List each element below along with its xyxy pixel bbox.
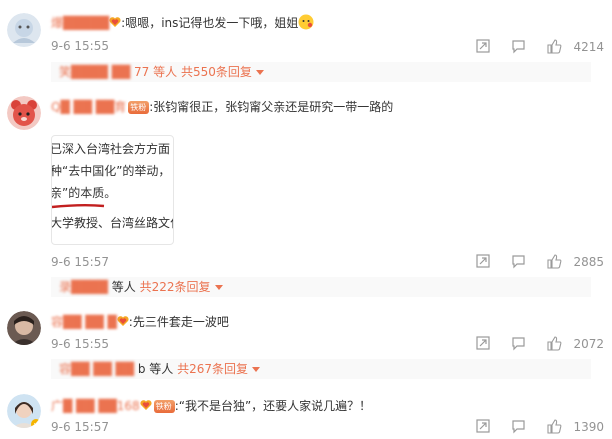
svg-text:v: v [34, 421, 38, 428]
replies-summary[interactable]: 笑████ ██ 77 等人 共550条回复 [51, 62, 591, 82]
fan-badge: 铁粉 [128, 101, 150, 114]
comment-line: 容██ ██ █ :先三件套走一波吧 [51, 314, 229, 330]
comment-line: 广█ ██ ██168 铁粉:“我不是台独”，还要人家说几遍？！ [51, 398, 371, 414]
avatar[interactable] [7, 311, 41, 345]
comment-icon[interactable] [511, 39, 526, 55]
replies-summary[interactable]: 容██ ██ ██ b 等人 共267条回复 [51, 359, 591, 379]
share-icon[interactable] [476, 419, 490, 435]
like-icon[interactable] [547, 336, 562, 352]
comment-actions: 1390 [472, 419, 612, 435]
comment-date: 9-6 15:55 [51, 39, 109, 53]
reply-suffix: 等人 [111, 280, 136, 294]
reply-total[interactable]: 共267条回复 [177, 362, 248, 376]
share-icon[interactable] [476, 39, 490, 55]
comment-actions: 2885 [472, 254, 612, 270]
like-count: 1390 [573, 420, 604, 434]
emoji-icon [298, 14, 314, 30]
comment-date: 9-6 15:57 [51, 255, 109, 269]
like-icon[interactable] [547, 419, 562, 435]
verified-badge-icon: v [31, 418, 41, 428]
reply-suffix: b 等人 [137, 362, 174, 376]
comment-icon[interactable] [511, 254, 526, 270]
comment-text: :先三件套走一波吧 [128, 315, 229, 329]
avatar[interactable]: v [7, 394, 41, 428]
like-icon[interactable] [547, 254, 562, 270]
reply-total[interactable]: 共550条回复 [181, 65, 252, 79]
avatar[interactable] [7, 96, 41, 130]
fan-badge: 铁粉 [153, 400, 175, 413]
like-count: 4214 [573, 40, 604, 54]
chevron-down-icon[interactable] [252, 367, 261, 372]
reply-users[interactable]: 笑████ ██ [59, 65, 130, 79]
reply-users[interactable]: 容██ ██ ██ [59, 362, 134, 376]
reply-users[interactable]: 录████ [59, 280, 108, 294]
image-text-line: 已深入台湾社会方方面 [51, 142, 171, 156]
comment-icon[interactable] [511, 419, 526, 435]
heart-badge-icon [109, 16, 121, 28]
share-icon[interactable] [476, 336, 490, 352]
comment-text: :“我不是台独”，还要人家说几遍？！ [174, 399, 372, 413]
heart-badge-icon [140, 399, 152, 411]
comment-date: 9-6 15:57 [51, 420, 109, 434]
comment-actions: 4214 [472, 39, 612, 55]
username[interactable]: Q█ ██ ██育 [51, 100, 126, 114]
chevron-down-icon[interactable] [214, 285, 223, 290]
heart-badge-icon [117, 315, 129, 327]
comment-date: 9-6 15:55 [51, 337, 109, 351]
underline-mark [52, 204, 105, 209]
reply-suffix: 77 等人 [134, 65, 178, 79]
avatar[interactable] [7, 13, 41, 47]
username[interactable]: 爆█████ [51, 16, 109, 30]
chevron-down-icon[interactable] [255, 70, 264, 75]
like-icon[interactable] [547, 39, 562, 55]
comment-text: :嗯嗯，ins记得也发一下哦，姐姐 [121, 16, 299, 30]
reply-total[interactable]: 共222条回复 [140, 280, 211, 294]
image-text-line: 亲”的本质。 [51, 186, 117, 200]
comment-line: 爆█████ :嗯嗯，ins记得也发一下哦，姐姐 [51, 14, 314, 31]
share-icon[interactable] [476, 254, 490, 270]
comment-image[interactable]: 已深入台湾社会方方面 种“去中国化”的举动， 亲”的本质。 大学教授、台湾丝路文… [51, 135, 174, 245]
image-text-line: 大学教授、台湾丝路文化 [51, 216, 174, 230]
like-count: 2072 [573, 337, 604, 351]
username[interactable]: 广█ ██ ██168 [51, 399, 140, 413]
comment-line: Q█ ██ ██育 铁粉:张钧甯很正，张钧甯父亲还是研究一带一路的 [51, 99, 393, 115]
replies-summary[interactable]: 录████ 等人 共222条回复 [51, 277, 591, 297]
comment-actions: 2072 [472, 336, 612, 352]
image-text-line: 种“去中国化”的举动， [51, 164, 171, 178]
like-count: 2885 [573, 255, 604, 269]
username[interactable]: 容██ ██ █ [51, 315, 117, 329]
comment-icon[interactable] [511, 336, 526, 352]
comment-text: :张钧甯很正，张钧甯父亲还是研究一带一路的 [149, 100, 394, 114]
